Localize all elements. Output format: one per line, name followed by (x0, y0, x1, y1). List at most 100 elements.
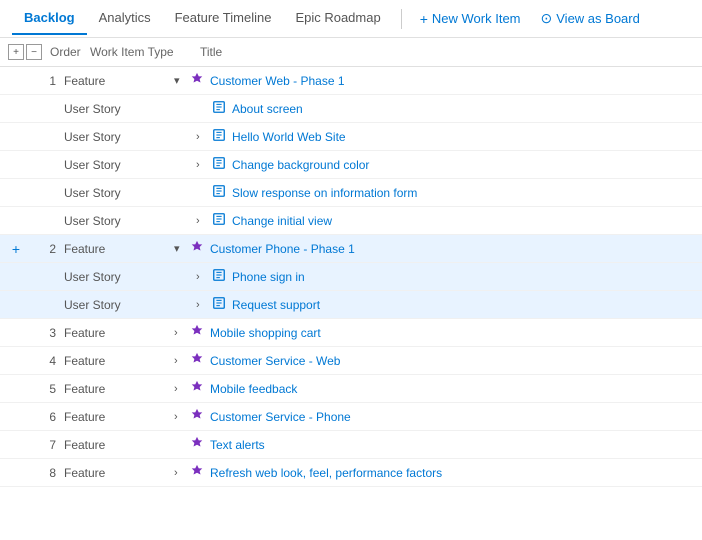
row-title[interactable]: Customer Phone - Phase 1 (210, 242, 355, 256)
row-title[interactable]: About screen (232, 102, 303, 116)
order-column-header: Order (50, 45, 90, 59)
table-row[interactable]: +2Feature▾Customer Phone - Phase 1 (0, 235, 702, 263)
expand-chevron-icon[interactable]: ▾ (174, 242, 186, 255)
row-title-area: › Hello World Web Site (174, 128, 694, 145)
add-child-button[interactable]: + (8, 241, 24, 257)
collapse-all-button[interactable]: − (26, 44, 42, 60)
row-order: 6 (24, 410, 64, 424)
table-row[interactable]: 6Feature› Customer Service - Phone (0, 403, 702, 431)
feature-icon (190, 72, 204, 89)
row-work-item-type: Feature (64, 466, 174, 480)
row-title-area: ▾ Customer Web - Phase 1 (174, 72, 694, 89)
expand-chevron-icon[interactable]: › (174, 467, 186, 479)
board-icon: ⊙ (541, 10, 553, 27)
row-title[interactable]: Mobile feedback (210, 382, 297, 396)
row-work-item-type: User Story (64, 186, 174, 200)
table-row[interactable]: User Story › Hello World Web Site (0, 123, 702, 151)
new-work-item-button[interactable]: + New Work Item (410, 5, 531, 33)
row-order: 7 (24, 438, 64, 452)
expand-chevron-icon[interactable]: › (174, 355, 186, 367)
row-title[interactable]: Change initial view (232, 214, 332, 228)
title-column-header: Title (200, 45, 694, 59)
nav-divider (401, 9, 402, 29)
tab-analytics[interactable]: Analytics (87, 2, 163, 35)
row-order: 2 (24, 242, 64, 256)
row-title[interactable]: Customer Web - Phase 1 (210, 74, 345, 88)
table-row[interactable]: 3Feature› Mobile shopping cart (0, 319, 702, 347)
row-title[interactable]: Change background color (232, 158, 369, 172)
row-work-item-type: Feature (64, 326, 174, 340)
expand-chevron-icon[interactable]: › (174, 327, 186, 339)
row-title-area: › Request support (174, 296, 694, 313)
row-title[interactable]: Refresh web look, feel, performance fact… (210, 466, 442, 480)
table-row[interactable]: 5Feature›Mobile feedback (0, 375, 702, 403)
story-icon (212, 100, 226, 117)
expand-chevron-icon[interactable]: › (174, 383, 186, 395)
expand-chevron-icon[interactable]: › (196, 131, 208, 143)
row-work-item-type: User Story (64, 130, 174, 144)
row-title-area: › Phone sign in (174, 268, 694, 285)
view-as-board-button[interactable]: ⊙ View as Board (531, 4, 650, 33)
plus-icon: + (420, 11, 428, 27)
row-title-area: › Customer Service - Phone (174, 408, 694, 425)
row-order: 3 (24, 326, 64, 340)
row-title[interactable]: Phone sign in (232, 270, 305, 284)
story-icon (212, 128, 226, 145)
feature-icon (190, 380, 204, 397)
story-icon (212, 268, 226, 285)
table-row[interactable]: User Story › Phone sign in (0, 263, 702, 291)
table-row[interactable]: User Story›Change background color (0, 151, 702, 179)
row-work-item-type: User Story (64, 102, 174, 116)
row-title-area: › Customer Service - Web (174, 352, 694, 369)
feature-icon (190, 436, 204, 453)
table-row[interactable]: User Story Slow response on information f… (0, 179, 702, 207)
row-order: 4 (24, 354, 64, 368)
row-title[interactable]: Slow response on information form (232, 186, 417, 200)
row-order: 8 (24, 466, 64, 480)
expand-chevron-icon[interactable]: ▾ (174, 74, 186, 87)
table-row[interactable]: 4Feature›Customer Service - Web (0, 347, 702, 375)
row-title-area: › Change background color (174, 156, 694, 173)
row-title[interactable]: Customer Service - Phone (210, 410, 351, 424)
tab-backlog[interactable]: Backlog (12, 2, 87, 35)
expand-chevron-icon[interactable]: › (196, 271, 208, 283)
row-title[interactable]: Customer Service - Web (210, 354, 340, 368)
table-row[interactable]: User Story › Change initial view (0, 207, 702, 235)
tab-epic-roadmap[interactable]: Epic Roadmap (283, 2, 392, 35)
tab-feature-timeline[interactable]: Feature Timeline (163, 2, 284, 35)
row-title-area: Text alerts (174, 436, 694, 453)
row-title-area: › Mobile shopping cart (174, 324, 694, 341)
table-row[interactable]: User Story›Request support (0, 291, 702, 319)
feature-icon (190, 408, 204, 425)
expand-chevron-icon[interactable]: › (196, 159, 208, 171)
table-row[interactable]: User Story About screen (0, 95, 702, 123)
top-navigation: Backlog Analytics Feature Timeline Epic … (0, 0, 702, 38)
expand-chevron-icon[interactable]: › (196, 215, 208, 227)
expand-chevron-icon[interactable]: › (174, 411, 186, 423)
column-headers: + − Order Work Item Type Title (0, 38, 702, 67)
table-row[interactable]: 1Feature▾Customer Web - Phase 1 (0, 67, 702, 95)
row-title[interactable]: Text alerts (210, 438, 265, 452)
new-work-item-label: New Work Item (432, 11, 521, 26)
feature-icon (190, 240, 204, 257)
row-title[interactable]: Mobile shopping cart (210, 326, 321, 340)
view-as-board-label: View as Board (556, 11, 640, 26)
expand-all-button[interactable]: + (8, 44, 24, 60)
row-title[interactable]: Hello World Web Site (232, 130, 346, 144)
story-icon (212, 296, 226, 313)
row-work-item-type: User Story (64, 270, 174, 284)
table-row[interactable]: 8Feature› Refresh web look, feel, perform… (0, 459, 702, 487)
row-work-item-type: Feature (64, 382, 174, 396)
feature-icon (190, 352, 204, 369)
feature-icon (190, 464, 204, 481)
row-work-item-type: Feature (64, 410, 174, 424)
row-title-area: › Refresh web look, feel, performance fac… (174, 464, 694, 481)
row-order: 1 (24, 74, 64, 88)
story-icon (212, 184, 226, 201)
table-row[interactable]: 7FeatureText alerts (0, 431, 702, 459)
expand-chevron-icon[interactable]: › (196, 299, 208, 311)
row-title[interactable]: Request support (232, 298, 320, 312)
row-work-item-type: User Story (64, 214, 174, 228)
feature-icon (190, 324, 204, 341)
backlog-rows: 1 Feature ▾ Customer Web - Phase 1 User Stor… (0, 67, 702, 487)
